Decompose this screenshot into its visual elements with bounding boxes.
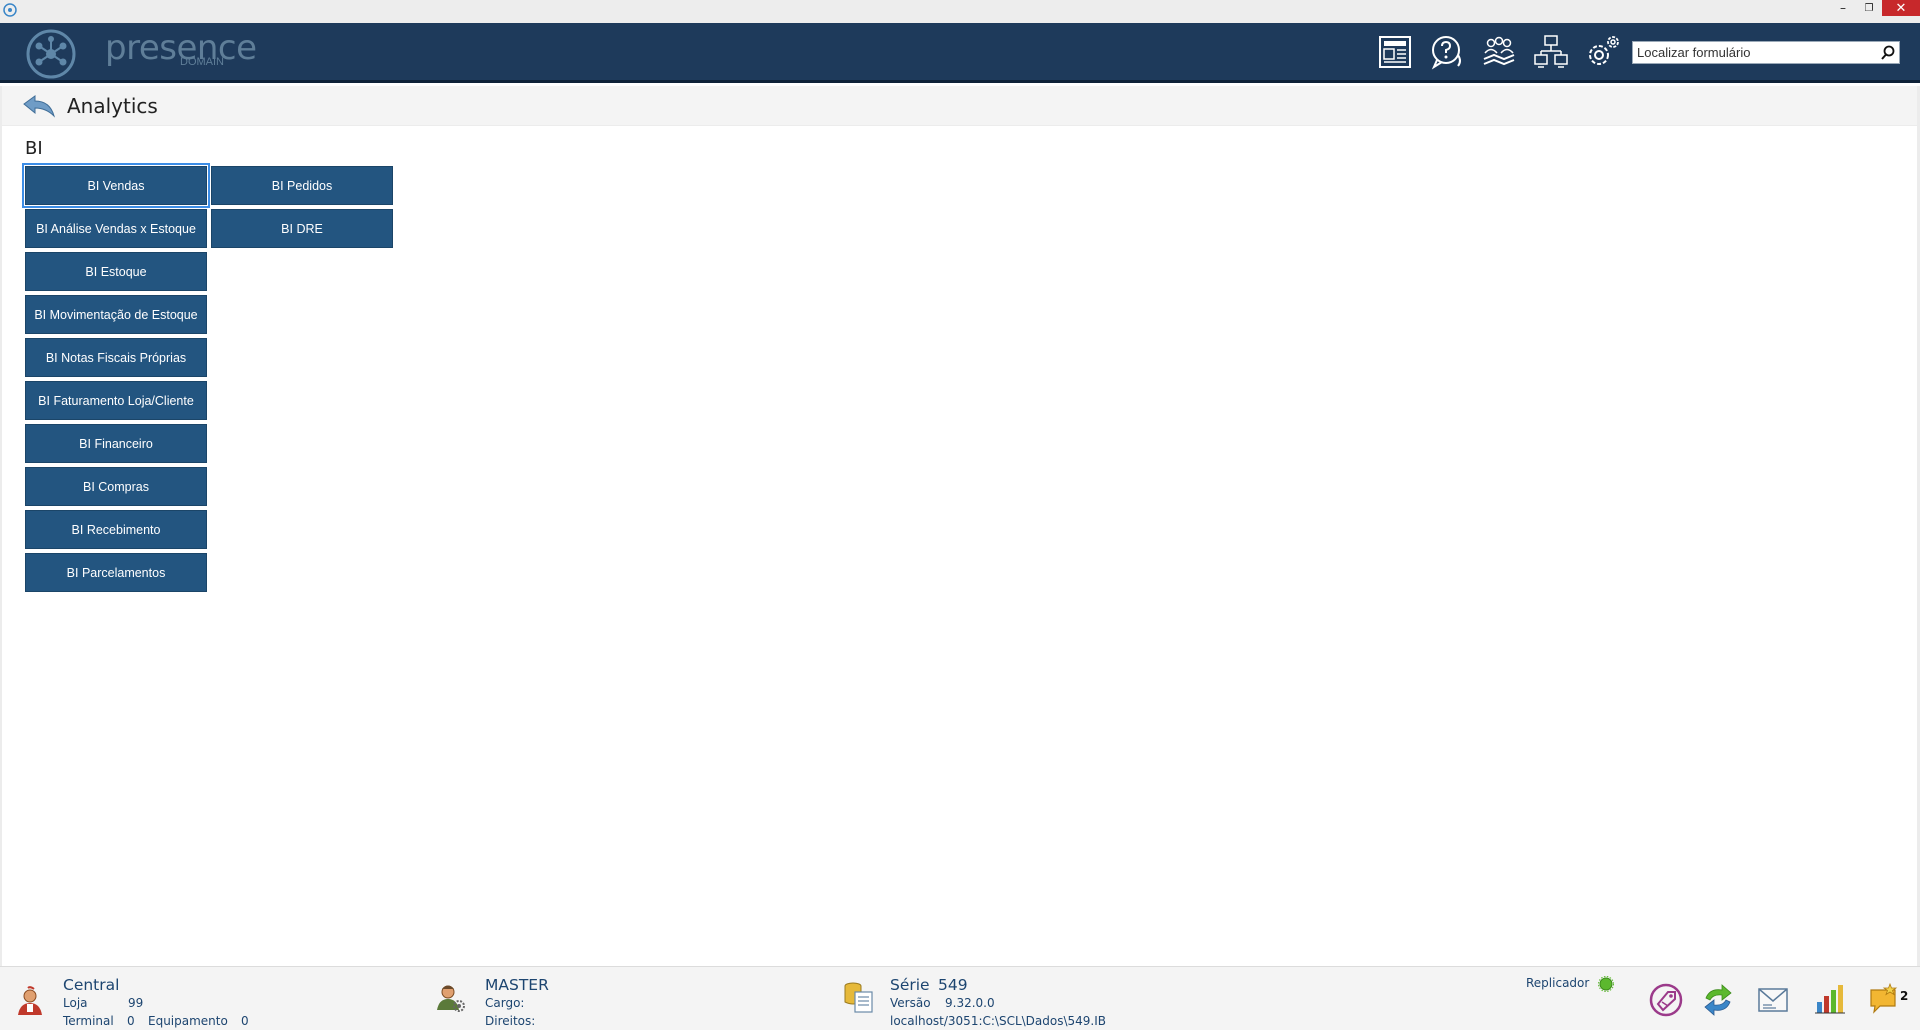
bi-faturamento-button[interactable]: BI Faturamento Loja/Cliente [25, 381, 207, 420]
app-icon [3, 3, 17, 17]
equipamento-value: 0 [241, 1014, 249, 1028]
bi-movimentacao-estoque-button[interactable]: BI Movimentação de Estoque [25, 295, 207, 334]
news-icon[interactable] [1376, 33, 1414, 71]
messages-icon[interactable] [1868, 982, 1898, 1014]
versao-value: 9.32.0.0 [945, 996, 995, 1010]
settings-icon[interactable] [1584, 33, 1622, 71]
help-icon[interactable] [1428, 33, 1466, 71]
close-button[interactable]: ✕ [1882, 0, 1920, 16]
page-title-bar: Analytics [0, 86, 1920, 126]
loja-label: Loja [63, 996, 88, 1010]
store-name: Central [63, 976, 120, 994]
window-titlebar: – ❐ ✕ [0, 0, 1920, 23]
user-name: MASTER [485, 976, 549, 994]
page-title: Analytics [67, 94, 158, 118]
users-icon[interactable] [1480, 33, 1518, 71]
replicador-status-icon [1598, 976, 1614, 992]
presence-logo-icon [26, 29, 76, 79]
equipamento-label: Equipamento [148, 1014, 228, 1028]
tag-icon[interactable] [1648, 982, 1684, 1018]
bi-recebimento-button[interactable]: BI Recebimento [25, 510, 207, 549]
bi-estoque-button[interactable]: BI Estoque [25, 252, 207, 291]
bi-compras-button[interactable]: BI Compras [25, 467, 207, 506]
back-arrow-icon[interactable] [22, 94, 56, 118]
cargo-label: Cargo: [485, 996, 525, 1010]
versao-label: Versão [890, 996, 931, 1010]
terminal-label: Terminal [63, 1014, 114, 1028]
database-document-icon [844, 982, 873, 1013]
frame-left-border [0, 86, 2, 966]
serie-value: 549 [938, 976, 968, 994]
minimize-button[interactable]: – [1830, 0, 1856, 16]
bi-analise-vendas-estoque-button[interactable]: BI Análise Vendas x Estoque [25, 209, 207, 248]
mail-icon[interactable] [1756, 984, 1790, 1016]
store-user-icon [18, 986, 42, 1015]
database-path: localhost/3051:C:\SCL\Dados\549.IB [890, 1014, 1107, 1028]
bi-financeiro-button[interactable]: BI Financeiro [25, 424, 207, 463]
bi-parcelamentos-button[interactable]: BI Parcelamentos [25, 553, 207, 592]
restore-button[interactable]: ❐ [1856, 0, 1882, 16]
sync-icon[interactable] [1700, 982, 1736, 1018]
bi-dre-button[interactable]: BI DRE [211, 209, 393, 248]
bar-chart-icon[interactable] [1813, 982, 1847, 1016]
search-icon[interactable] [1879, 44, 1897, 62]
search-input[interactable] [1633, 42, 1869, 63]
direitos-label: Direitos: [485, 1014, 536, 1028]
bi-pedidos-button[interactable]: BI Pedidos [211, 166, 393, 205]
app-header: presence DOMAIN [0, 23, 1920, 83]
form-search-box [1632, 41, 1900, 64]
user-settings-icon [437, 985, 465, 1012]
section-title: BI [25, 138, 43, 159]
bi-vendas-button[interactable]: BI Vendas [22, 163, 210, 208]
network-icon[interactable] [1532, 33, 1570, 71]
status-bar: Central Loja 99 Terminal 0 Equipamento 0… [0, 966, 1920, 1030]
serie-label: Série [890, 976, 930, 994]
messages-count-badge: 2 [1900, 989, 1909, 1003]
logo-subtitle: DOMAIN [180, 56, 224, 68]
replicador-label: Replicador [1526, 976, 1590, 990]
terminal-value: 0 [127, 1014, 135, 1028]
loja-value: 99 [128, 996, 144, 1010]
bi-notas-fiscais-button[interactable]: BI Notas Fiscais Próprias [25, 338, 207, 377]
